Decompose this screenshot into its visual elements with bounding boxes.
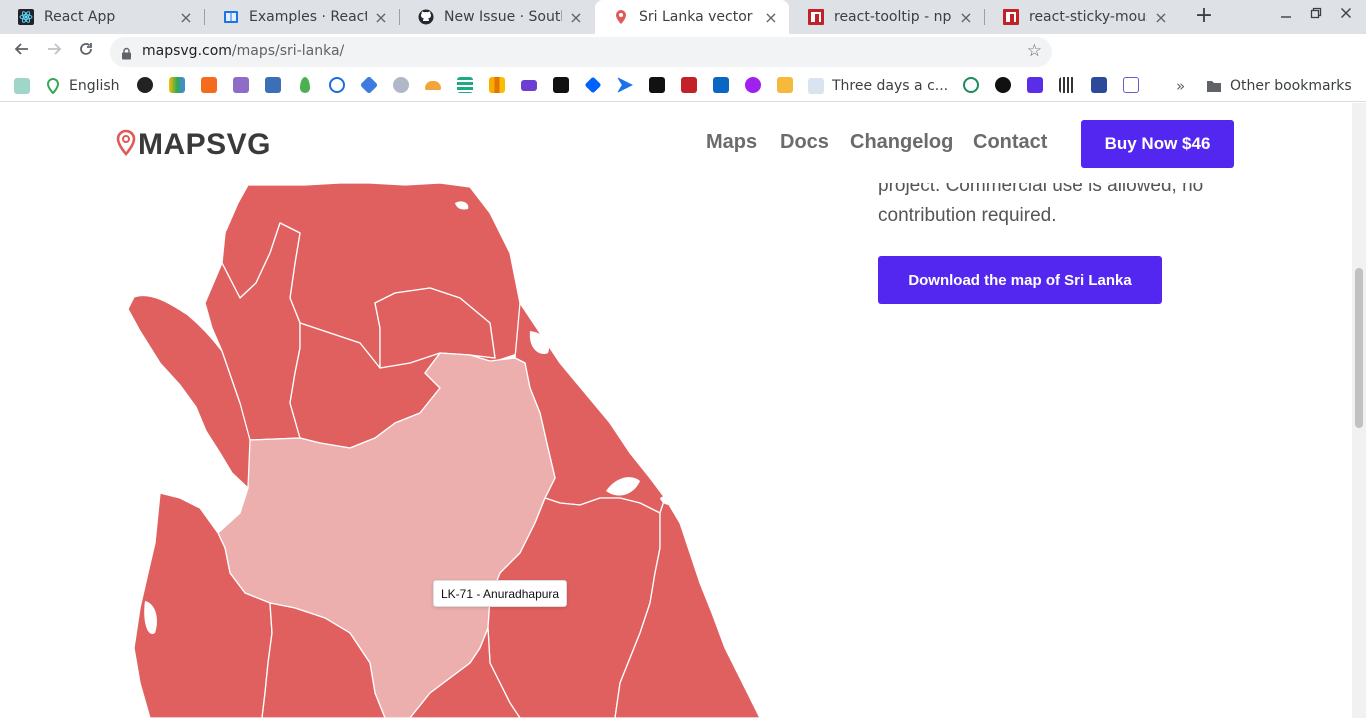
v-icon[interactable] [1027,77,1043,93]
nav-maps[interactable]: Maps [706,131,757,154]
bookmark-label: Other bookmarks [1230,78,1352,94]
nav-contact[interactable]: Contact [973,131,1047,154]
tab-title: react-tooltip - npm [834,9,952,25]
page-icon [808,78,824,94]
feather-icon[interactable] [745,77,761,93]
bookmark-other[interactable]: Other bookmarks [1206,77,1352,95]
tab-new-issue[interactable]: New Issue · South-P × [400,0,594,34]
back-icon[interactable] [10,40,34,64]
page-viewport: MAPSVG Maps Docs Changelog Contact Buy N… [0,103,1352,718]
tab-title: Sri Lanka vector ma [639,9,757,25]
close-icon[interactable]: × [958,8,974,27]
new-tab-button[interactable]: + [1192,5,1216,29]
bird-icon [14,78,30,94]
npm-icon [808,9,824,25]
forward-icon[interactable] [42,40,66,64]
chart-icon[interactable] [201,77,217,93]
tab-examples[interactable]: Examples · React Ve × [205,0,399,34]
close-icon[interactable]: × [178,8,194,27]
tab-title: react-sticky-mouse- [1029,9,1147,25]
nav-docs[interactable]: Docs [780,131,829,154]
minimize-icon[interactable] [1276,7,1296,23]
map-description [878,171,1258,185]
tab-sri-lanka[interactable]: Sri Lanka vector ma × [595,0,789,34]
github-icon [418,9,434,25]
mongodb-leaf-icon[interactable] [300,77,310,93]
sri-lanka-map [127,182,761,718]
eye-icon[interactable] [995,77,1011,93]
npm-icon [1003,9,1019,25]
close-icon[interactable]: × [373,8,389,27]
browser-toolbar: mapsvg.com/maps/sri-lanka/ ☆ [0,34,1366,96]
book-icon [223,9,239,25]
lock-icon [121,45,132,64]
close-icon[interactable]: × [763,8,779,27]
npm-icon[interactable] [681,77,697,93]
close-icon[interactable]: × [1153,8,1169,27]
location-pin-icon [46,77,60,95]
tab-react-app[interactable]: React App × [0,0,204,34]
url-path: /maps/sri-lanka/ [231,43,345,59]
droplet-icon[interactable] [393,77,409,93]
bookmark-three-days[interactable]: Three days a c... [808,77,948,95]
paw-icon[interactable] [137,77,153,93]
restore-icon[interactable] [1306,7,1326,23]
bookmark-label: Three days a c... [832,78,949,94]
folder-icon [1206,78,1222,94]
logo-text: MAPSVG [138,128,272,161]
url-text: mapsvg.com/maps/sri-lanka/ [142,43,344,59]
sync-icon[interactable] [329,77,345,93]
waveform-icon[interactable] [1059,77,1075,93]
site-logo[interactable]: MAPSVG [116,128,271,162]
linkedin-icon[interactable] [713,77,729,93]
bookmarks-overflow[interactable]: » [1176,77,1185,95]
tab-title: Examples · React Ve [249,9,367,25]
mail-icon[interactable] [521,80,537,91]
reload-icon[interactable] [74,40,98,64]
dev-icon[interactable] [553,77,569,93]
tab-title: New Issue · South-P [444,9,562,25]
react-icon [18,9,34,25]
chevron-right-icon: » [1176,77,1186,95]
h-icon[interactable] [233,77,249,93]
license-line-2: contribution required. [878,205,1057,226]
tab-react-tooltip[interactable]: react-tooltip - npm × [790,0,984,34]
desc-line-clipped [878,171,1258,185]
lines-icon[interactable] [457,77,473,93]
page-scrollbar[interactable] [1352,103,1366,718]
bookmark-label: English [69,78,120,94]
scrollbar-thumb[interactable] [1355,268,1363,428]
download-map-button[interactable]: Download the map of Sri Lanka [878,256,1162,304]
infinity-icon[interactable] [1091,77,1107,93]
cloudflare-icon[interactable] [425,81,441,90]
close-icon[interactable]: × [568,8,584,27]
bookmark-english[interactable]: English [46,77,120,95]
box-icon[interactable] [777,77,793,93]
address-bar[interactable]: mapsvg.com/maps/sri-lanka/ ☆ [110,37,1052,67]
logo-pin-icon [116,129,136,161]
url-host: mapsvg.com [142,43,232,59]
bookmark-star-icon[interactable]: ☆ [1027,41,1042,61]
analytics-icon[interactable] [489,77,505,93]
region-tooltip: LK-71 - Anuradhapura [433,580,568,607]
google-ads-icon[interactable] [169,77,185,93]
nav-changelog[interactable]: Changelog [850,131,953,154]
hashnode-icon[interactable] [1123,77,1139,93]
c-icon[interactable] [963,77,979,93]
vercel-icon[interactable] [649,77,665,93]
tab-react-sticky-mouse[interactable]: react-sticky-mouse- × [985,0,1179,34]
tab-title: React App [44,9,116,25]
dashboard-icon[interactable] [265,77,281,93]
bookmark-bird[interactable] [14,77,30,95]
buy-now-button[interactable]: Buy Now $46 [1081,120,1234,168]
map-pin-icon [613,9,629,25]
tab-strip: React App × Examples · React Ve × New Is… [0,0,1366,34]
close-window-icon[interactable] [1336,7,1356,23]
